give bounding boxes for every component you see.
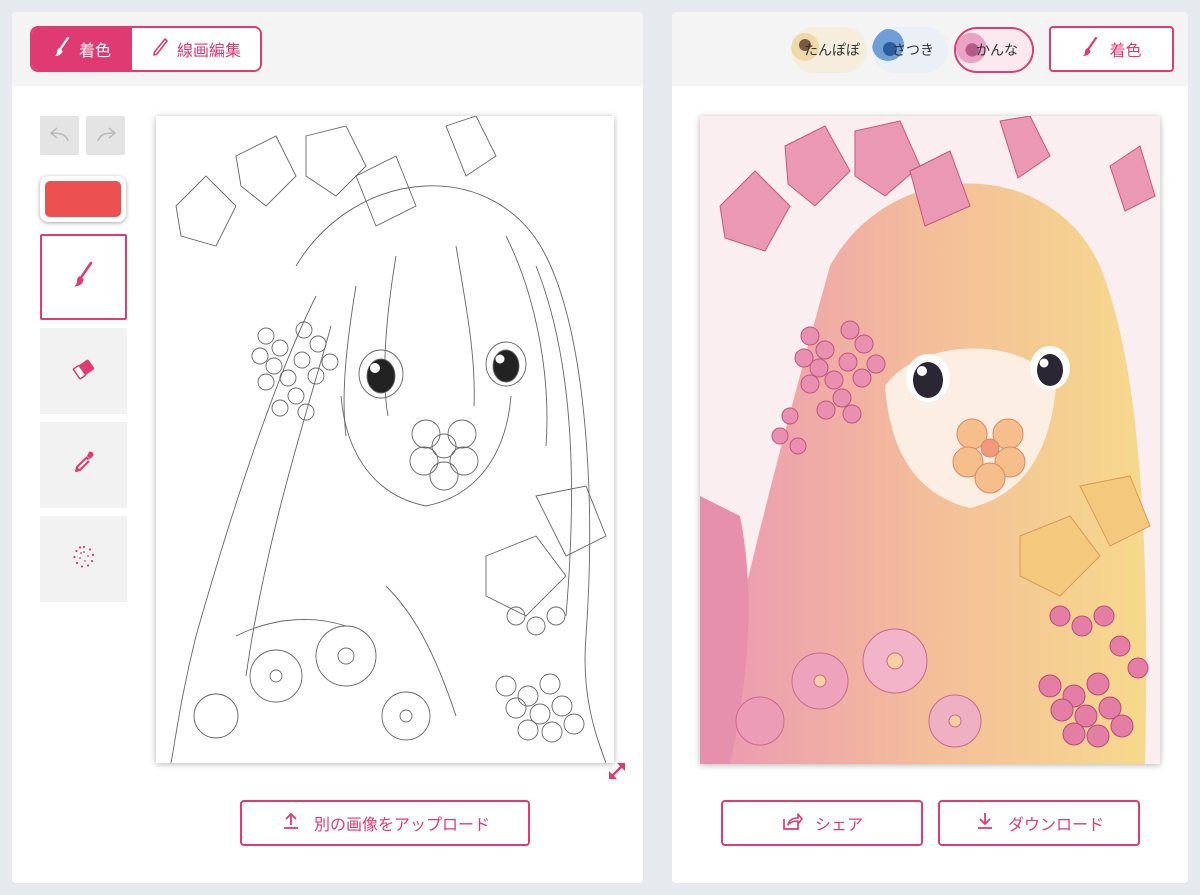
current-color-fill — [45, 181, 121, 217]
lineart-editor-panel: 着色 線画編集 別の画像をアップロード — [12, 12, 643, 883]
upload-label: 別の画像をアップロード — [313, 815, 490, 834]
redo-button[interactable] — [86, 116, 125, 155]
style-satsuki-label: さつき — [892, 43, 934, 59]
undo-button[interactable] — [40, 116, 79, 155]
share-label: シェア — [814, 815, 863, 834]
brush-tool-button[interactable] — [40, 234, 127, 320]
lineart-illustration — [156, 116, 614, 763]
editor-header: 着色 線画編集 — [12, 12, 643, 86]
history-controls — [40, 116, 128, 155]
mode-lineart-label: 線画編集 — [176, 41, 241, 60]
brush-icon — [53, 36, 71, 61]
brush-icon — [1081, 36, 1099, 61]
mode-colorize-button[interactable]: 着色 — [32, 28, 132, 70]
mode-toggle: 着色 線画編集 — [30, 26, 262, 72]
colorize-label: 着色 — [1109, 41, 1142, 60]
tool-palette — [40, 116, 128, 610]
redo-icon — [94, 124, 118, 148]
download-button[interactable]: ダウンロード — [938, 800, 1140, 846]
eraser-tool-button[interactable] — [40, 328, 127, 414]
eyedropper-icon — [69, 448, 99, 482]
resize-arrows-icon — [602, 763, 632, 790]
style-kanna-label: かんな — [976, 43, 1018, 59]
colorized-output-panel: たんぽぽ さつき かんな 着色 シェア ダウンロード — [672, 12, 1188, 883]
style-tanpopo-label: たんぽぽ — [804, 43, 860, 59]
canvas-resize-handle[interactable] — [602, 756, 632, 786]
colorize-button[interactable]: 着色 — [1049, 26, 1174, 72]
upload-icon — [280, 810, 302, 836]
paintbrush-icon — [69, 260, 99, 294]
download-icon — [974, 810, 996, 836]
pencil-icon — [151, 37, 169, 61]
spray-tool-button[interactable] — [40, 516, 127, 602]
eyedropper-tool-button[interactable] — [40, 422, 127, 508]
lineart-canvas[interactable] — [156, 116, 614, 763]
share-icon — [781, 810, 803, 836]
style-satsuki-chip[interactable]: さつき — [872, 27, 948, 73]
colorized-result-canvas — [700, 116, 1160, 764]
output-header: たんぽぽ さつき かんな 着色 — [672, 12, 1188, 86]
mode-colorize-label: 着色 — [78, 41, 111, 60]
colorized-illustration — [700, 116, 1160, 764]
style-tanpopo-chip[interactable]: たんぽぽ — [791, 27, 867, 73]
undo-icon — [48, 124, 72, 148]
upload-image-button[interactable]: 別の画像をアップロード — [240, 800, 530, 846]
share-button[interactable]: シェア — [721, 800, 923, 846]
style-kanna-chip[interactable]: かんな — [954, 27, 1034, 73]
eraser-icon — [69, 354, 99, 388]
spray-icon — [69, 542, 99, 576]
color-picker-swatch[interactable] — [40, 176, 126, 222]
mode-lineart-button[interactable]: 線画編集 — [132, 28, 260, 70]
download-label: ダウンロード — [1007, 815, 1104, 834]
